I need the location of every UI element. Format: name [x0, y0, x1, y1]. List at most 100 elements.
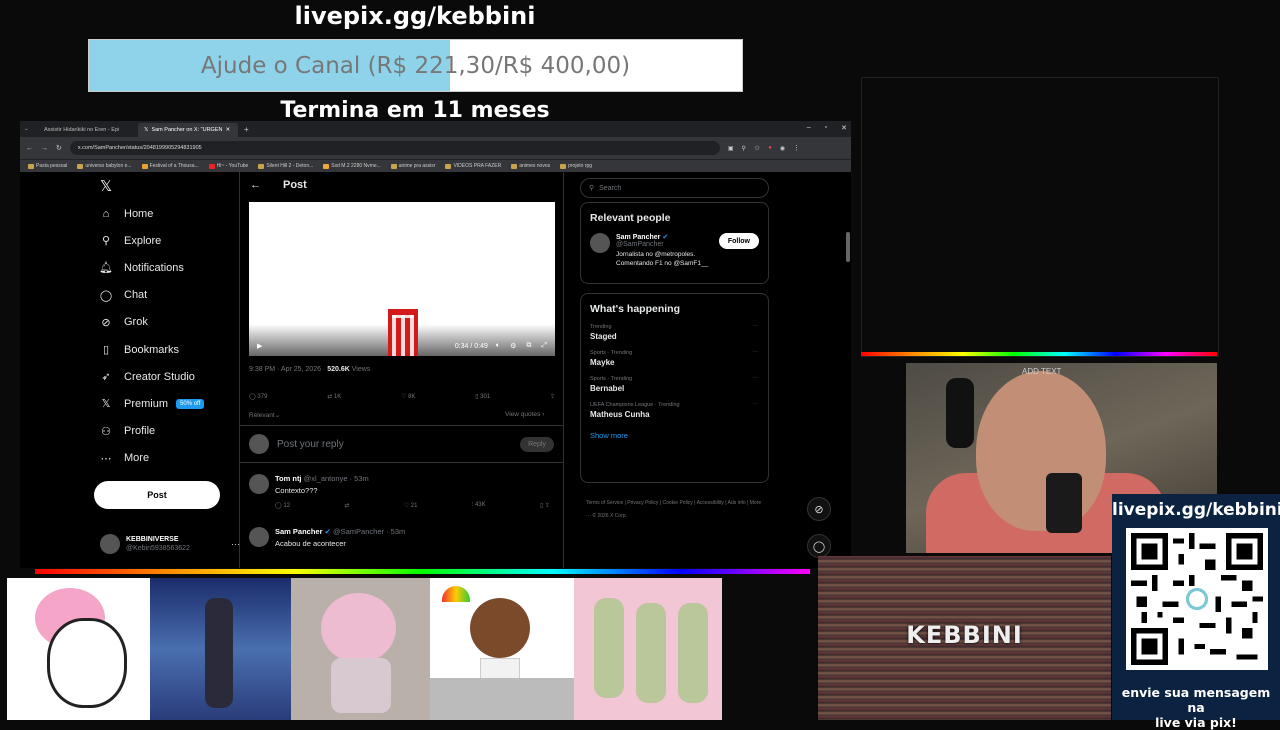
profile-icon[interactable]: ◉: [780, 145, 785, 152]
like-action[interactable]: ♡ 8K: [401, 393, 415, 400]
scrollbar[interactable]: [846, 232, 850, 262]
reply-button[interactable]: Reply: [520, 436, 554, 452]
reply-tweet[interactable]: Sam Pancher ✔ @SamPancher · 53m Acabou d…: [240, 527, 563, 548]
nav-item-more[interactable]: ⋯ More: [80, 445, 240, 472]
settings-icon[interactable]: ⚙: [510, 342, 516, 350]
volume-icon[interactable]: 🔈︎: [496, 342, 500, 350]
reload-icon[interactable]: ↻: [56, 144, 62, 152]
trend-item[interactable]: Sports · Trending Mayke ⋯: [581, 350, 768, 367]
tab-label: Sam Pancher on X: "URGEN: [151, 127, 223, 133]
nav-item-grok[interactable]: ⊘ Grok: [80, 309, 240, 336]
reply-tweet[interactable]: Tom ntj @xl_antonye · 53m Contexto??? ◯ …: [240, 474, 563, 509]
like-action[interactable]: ♡ 21: [404, 502, 418, 509]
forward-icon[interactable]: →: [41, 145, 48, 152]
reply-action[interactable]: ◯ 379: [249, 393, 267, 400]
browser-tab-x[interactable]: 𝕏 Sam Pancher on X: "URGEN ✕: [138, 123, 238, 137]
bookmark-item[interactable]: projeto rpg: [560, 163, 592, 169]
chat-float-button[interactable]: ◯: [807, 534, 831, 558]
like-count: 8K: [408, 394, 416, 400]
share-icon[interactable]: ⇪: [550, 393, 555, 400]
nav-label: Creator Studio: [124, 370, 195, 383]
bookmark-item[interactable]: universo babylon e...: [77, 163, 132, 169]
repost-action[interactable]: ⇄ 1K: [327, 393, 341, 400]
emote-horse-girl: [430, 578, 574, 720]
trend-item[interactable]: Sports · Trending Bernabel ⋯: [581, 376, 768, 393]
trend-meta: Trending: [590, 324, 612, 330]
goal-deadline: Termina em 11 meses: [280, 98, 550, 123]
x-logo-icon[interactable]: 𝕏: [80, 172, 240, 200]
bookmark-item[interactable]: animes novos: [511, 163, 550, 169]
close-window-icon[interactable]: ✕: [841, 124, 847, 132]
post-button[interactable]: Post: [94, 481, 220, 509]
show-more-link[interactable]: Show more: [581, 419, 768, 448]
nav-item-home[interactable]: ⌂ Home: [80, 200, 240, 227]
trend-item[interactable]: Trending Staged ⋯: [581, 324, 768, 341]
address-bar[interactable]: x.com/SamPancher/status/2048199905294831…: [69, 141, 720, 155]
nav-item-notifications[interactable]: 🔔︎ Notifications: [80, 254, 240, 281]
nav-item-chat[interactable]: ◯ Chat: [80, 282, 240, 309]
menu-icon[interactable]: ⋮: [793, 144, 800, 152]
footer-links[interactable]: Terms of Service | Privacy Policy | Cook…: [586, 497, 766, 523]
pip-icon[interactable]: ⧉: [526, 342, 531, 350]
extension-icon[interactable]: ●: [768, 145, 772, 151]
bookmark-item[interactable]: Festival of a Thousa...: [141, 163, 199, 169]
follow-button[interactable]: Follow: [718, 233, 759, 249]
minimize-icon[interactable]: –: [807, 124, 811, 132]
like-count: 21: [410, 503, 418, 509]
grok-float-button[interactable]: ⊘: [807, 497, 831, 521]
more-icon[interactable]: ⋯: [753, 402, 759, 408]
bookmark-action[interactable]: ▯ 301: [475, 393, 490, 400]
search-input[interactable]: ⚲ Search: [580, 178, 769, 198]
more-icon[interactable]: ⋯: [753, 324, 759, 330]
reply-action[interactable]: ◯ 12: [275, 502, 290, 509]
play-icon[interactable]: ▶: [257, 342, 262, 350]
back-arrow-icon[interactable]: ←: [250, 179, 261, 191]
tab-search-icon[interactable]: ⌄: [24, 126, 38, 132]
video-player[interactable]: ▶ 0:34 / 0:49 🔈︎ ⚙ ⧉ ⤢: [249, 202, 555, 356]
post-column: ← Post ▶ 0:34 / 0:49 🔈︎ ⚙ ⧉ ⤢ 9:38 PM · …: [239, 172, 564, 568]
close-tab-icon[interactable]: ✕: [225, 127, 230, 133]
more-icon[interactable]: ⋯: [753, 350, 759, 356]
reply-text: Acabou de acontecer: [275, 539, 346, 548]
nav-item-bookmarks[interactable]: ▯ Bookmarks: [80, 336, 240, 363]
reply-input[interactable]: Post your reply: [277, 439, 512, 450]
star-icon[interactable]: ☆: [754, 144, 760, 152]
account-name: KEBBINIVERSE: [126, 536, 179, 543]
bookmark-label: projeto rpg: [568, 163, 593, 169]
fullscreen-icon[interactable]: ⤢: [541, 342, 547, 350]
views-action[interactable]: ⫶ 43K: [472, 502, 486, 509]
new-tab-icon[interactable]: +: [244, 125, 249, 134]
nav-item-creator-studio[interactable]: ➶ Creator Studio: [80, 363, 240, 390]
bookmark-item[interactable]: Silent Hill 2 - Deton...: [258, 163, 313, 169]
sort-relevant[interactable]: Relevant⌄: [249, 411, 280, 419]
webcam-face: [976, 371, 1106, 531]
bookmark-item[interactable]: Hi~ - YouTube: [208, 163, 248, 169]
nav-label: Grok: [124, 316, 148, 329]
emote-anime-trio: [574, 578, 722, 720]
account-switcher[interactable]: KEBBINIVERSE @Kebin5938563622 ⋯: [100, 530, 240, 558]
zoom-icon[interactable]: ⚲: [742, 145, 746, 152]
trend-item[interactable]: UEFA Champions League · Trending Matheus …: [581, 402, 768, 419]
bookmark-item[interactable]: anime pra assisr: [390, 163, 435, 169]
bookmark-icon[interactable]: ▯ ⇪: [540, 502, 550, 509]
bookmark-icon: ▯: [102, 344, 110, 357]
browser-tab-anime[interactable]: Assistir Hidarikiki no Eren - Epi: [38, 123, 138, 137]
bookmark-item[interactable]: VIDEOS PRA FAZER: [445, 163, 501, 169]
bookmark-item[interactable]: Ssd M.2 2280 Nvme...: [323, 163, 381, 169]
translate-icon[interactable]: ▣: [728, 145, 734, 152]
view-quotes-link[interactable]: View quotes ›: [505, 411, 544, 418]
bookmark-label: universo babylon e...: [85, 163, 132, 169]
views-count: 43K: [474, 502, 486, 508]
post-timestamp: 9:38 PM · Apr 25, 2026 ·: [249, 366, 328, 373]
maximize-icon[interactable]: ▫: [825, 124, 827, 132]
nav-item-premium[interactable]: 𝕏 Premium 50% off: [80, 390, 240, 417]
nav-item-profile[interactable]: ⚇ Profile: [80, 418, 240, 445]
relevant-person[interactable]: Sam Pancher ✔ @SamPancher Jornalista no …: [581, 224, 768, 267]
repost-count: 1K: [333, 394, 342, 400]
kebbini-banner: KEBBINI: [818, 556, 1111, 720]
repost-icon[interactable]: ⇄: [344, 502, 349, 509]
more-icon[interactable]: ⋯: [753, 376, 759, 382]
nav-item-explore[interactable]: ⚲ Explore: [80, 227, 240, 254]
bookmark-item[interactable]: Pasta pessoal: [28, 163, 67, 169]
back-icon[interactable]: ←: [26, 145, 33, 152]
